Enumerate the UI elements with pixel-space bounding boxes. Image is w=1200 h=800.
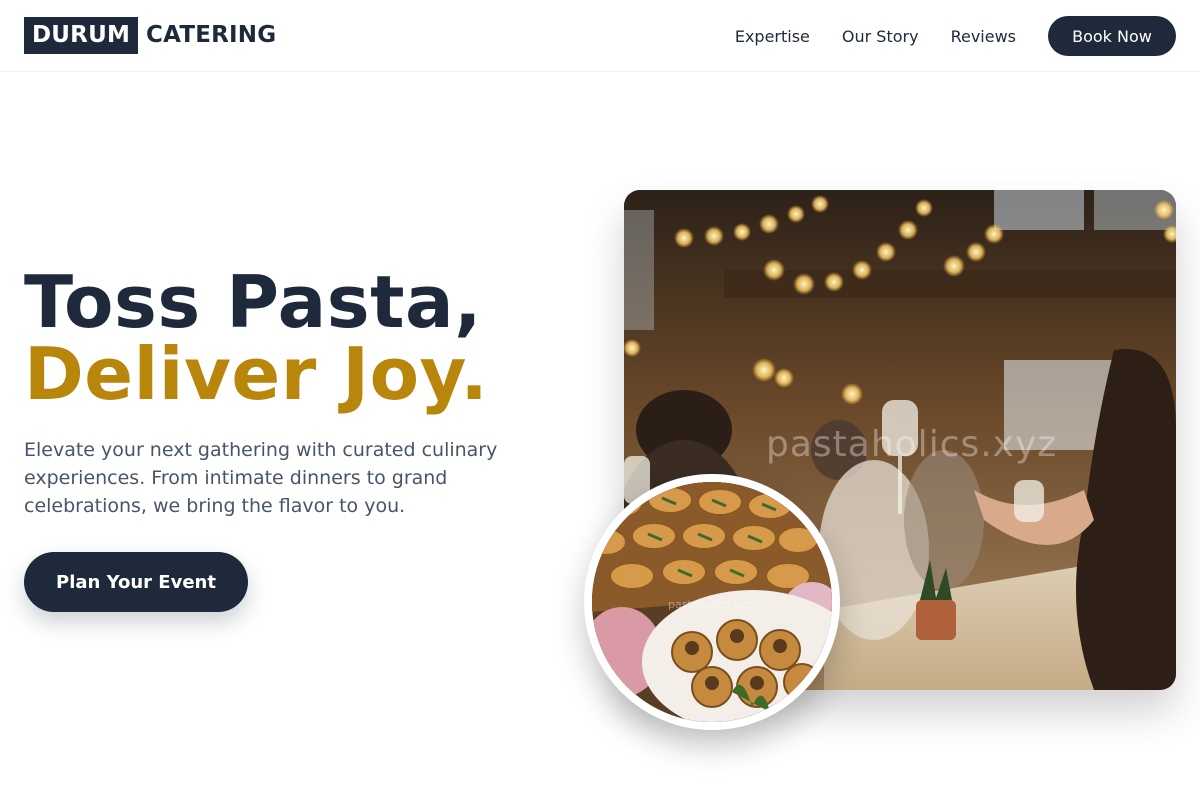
hero-title: Toss Pasta, Deliver Joy. <box>24 266 488 410</box>
brand-logo[interactable]: DURUM CATERING <box>24 17 276 54</box>
book-now-button[interactable]: Book Now <box>1048 16 1176 56</box>
main-nav: Expertise Our Story Reviews Book Now <box>735 16 1176 56</box>
food-photo-watermark: pastaholics.xyz <box>668 598 753 611</box>
nav-link-reviews[interactable]: Reviews <box>951 27 1016 46</box>
logo-box-text: DURUM <box>24 17 139 54</box>
food-platter-photo: pastaholics.xyz <box>584 474 840 730</box>
hero-description: Elevate your next gathering with curated… <box>24 439 498 517</box>
nav-link-expertise[interactable]: Expertise <box>735 27 810 46</box>
hero-title-line2: Deliver Joy. <box>24 332 489 416</box>
plan-your-event-button[interactable]: Plan Your Event <box>24 552 248 612</box>
hero-title-line1: Toss Pasta, <box>24 260 482 344</box>
site-header: DURUM CATERING Expertise Our Story Revie… <box>0 0 1200 72</box>
nav-link-our-story[interactable]: Our Story <box>842 27 919 46</box>
photo-watermark: pastaholics.xyz <box>766 424 1058 465</box>
logo-text: CATERING <box>146 22 277 48</box>
